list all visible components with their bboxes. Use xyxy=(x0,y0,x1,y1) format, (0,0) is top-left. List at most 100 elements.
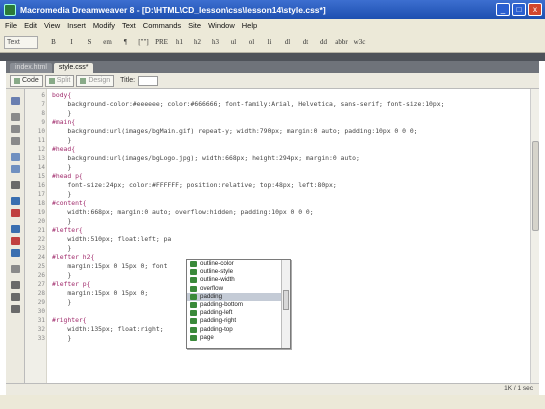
code-line: 18 #content{ xyxy=(25,199,530,208)
code-hint-item[interactable]: outline-style xyxy=(187,268,290,276)
line-number: 24 xyxy=(37,254,45,261)
code-hint-label: outline-color xyxy=(200,260,234,267)
blockquote-button[interactable]: [""] xyxy=(136,36,151,49)
code-text: #main{ xyxy=(52,118,76,126)
maximize-button[interactable]: □ xyxy=(512,3,526,16)
code-hint-item[interactable]: outline-color xyxy=(187,260,290,268)
design-view-icon xyxy=(80,77,87,84)
file-size-status: 1K / 1 sec xyxy=(504,385,533,392)
line-number: 30 xyxy=(37,308,45,315)
code-hint-item[interactable]: padding-bottom xyxy=(187,301,290,309)
menu-view[interactable]: View xyxy=(44,21,60,30)
select-parent-tag-icon[interactable] xyxy=(11,153,20,161)
code-text: } xyxy=(52,217,72,225)
scrollbar-thumb[interactable] xyxy=(532,141,539,231)
italic-button[interactable]: I xyxy=(64,36,79,49)
window-controls: _ □ x xyxy=(496,3,542,16)
title-input[interactable] xyxy=(138,75,159,86)
code-text: margin:15px 0 15px 0; font xyxy=(52,262,168,270)
tab-style-css[interactable]: style.css* xyxy=(53,63,94,73)
highlight-invalid-code-icon[interactable] xyxy=(11,197,20,205)
format-source-code-icon[interactable] xyxy=(11,305,20,313)
minimize-button[interactable]: _ xyxy=(496,3,510,16)
abbr-button[interactable]: abbr xyxy=(334,36,349,49)
balance-braces-icon[interactable] xyxy=(11,165,20,173)
code-hint-item[interactable]: overflow xyxy=(187,285,290,293)
recent-snippets-icon[interactable] xyxy=(11,265,20,273)
code-hint-item[interactable]: padding-top xyxy=(187,326,290,334)
close-button[interactable]: x xyxy=(528,3,542,16)
menu-text[interactable]: Text xyxy=(122,21,136,30)
insert-bar: Text B I S em ¶ [""] PRE h1 h2 h3 ul ol … xyxy=(0,32,545,53)
code-hint-popup[interactable]: outline-color outline-style outline-width o… xyxy=(186,259,291,349)
menu-commands[interactable]: Commands xyxy=(143,21,181,30)
line-number: 16 xyxy=(37,182,45,189)
code-hint-list: outline-color outline-style outline-width o… xyxy=(187,260,290,342)
code-line: 12 #head{ xyxy=(25,145,530,154)
code-hint-item[interactable]: page xyxy=(187,334,290,342)
code-hint-item[interactable]: outline-width xyxy=(187,276,290,284)
vertical-scrollbar[interactable] xyxy=(530,89,539,383)
h2-button[interactable]: h2 xyxy=(190,36,205,49)
acronym-button[interactable]: w3c xyxy=(352,36,367,49)
code-hint-scrollbar[interactable] xyxy=(281,260,290,348)
collapse-full-tag-icon[interactable] xyxy=(11,113,20,121)
collapse-selection-icon[interactable] xyxy=(11,125,20,133)
code-line: 13 background:url(images/bgLogo.jpg); wi… xyxy=(25,154,530,163)
h1-button[interactable]: h1 xyxy=(172,36,187,49)
paragraph-button[interactable]: ¶ xyxy=(118,36,133,49)
code-text: #head{ xyxy=(52,145,76,153)
title-bar: Macromedia Dreamweaver 8 - [D:\HTML\CD_l… xyxy=(0,0,545,19)
menu-modify[interactable]: Modify xyxy=(93,21,115,30)
remove-comment-icon[interactable] xyxy=(11,237,20,245)
menu-edit[interactable]: Edit xyxy=(24,21,37,30)
strong-button[interactable]: S xyxy=(82,36,97,49)
indent-code-icon[interactable] xyxy=(11,281,20,289)
line-number: 17 xyxy=(37,191,45,198)
line-number: 33 xyxy=(37,335,45,342)
code-hint-label: page xyxy=(200,333,214,341)
code-hint-item[interactable]: padding xyxy=(187,292,290,301)
code-hint-label: overflow xyxy=(200,284,224,292)
line-number: 23 xyxy=(37,245,45,252)
em-button[interactable]: em xyxy=(100,36,115,49)
apply-comment-icon[interactable] xyxy=(11,225,20,233)
code-line: 19 width:668px; margin:0 auto; overflow:… xyxy=(25,208,530,217)
wrap-tag-icon[interactable] xyxy=(11,249,20,257)
tab-index-html[interactable]: index.html xyxy=(10,63,52,73)
menu-help[interactable]: Help xyxy=(242,21,257,30)
line-number: 7 xyxy=(41,101,45,108)
code-hint-label: padding-left xyxy=(200,309,233,317)
code-view-button[interactable]: Code xyxy=(10,74,43,87)
ul-button[interactable]: ul xyxy=(226,36,241,49)
dreamweaver-logo-icon xyxy=(4,3,16,16)
code-text: #lefter{ xyxy=(52,226,83,234)
design-view-button[interactable]: Design xyxy=(76,74,115,87)
open-documents-icon[interactable] xyxy=(11,97,20,105)
dt-button[interactable]: dt xyxy=(298,36,313,49)
code-hint-item[interactable]: padding-right xyxy=(187,317,290,325)
h3-button[interactable]: h3 xyxy=(208,36,223,49)
code-hint-scroll-thumb[interactable] xyxy=(283,290,289,310)
insert-category-select[interactable]: Text xyxy=(4,35,38,49)
word-wrap-icon[interactable] xyxy=(11,209,20,217)
code-hint-item[interactable]: padding-left xyxy=(187,309,290,317)
properties-panel-strip xyxy=(0,395,545,409)
dl-button[interactable]: dl xyxy=(280,36,295,49)
menu-file[interactable]: File xyxy=(5,21,17,30)
line-number: 8 xyxy=(41,110,45,117)
code-hint-label: outline-width xyxy=(200,276,235,284)
menu-site[interactable]: Site xyxy=(188,21,201,30)
bold-button[interactable]: B xyxy=(46,36,61,49)
expand-all-icon[interactable] xyxy=(11,137,20,145)
line-numbers-icon[interactable] xyxy=(11,181,20,189)
outdent-code-icon[interactable] xyxy=(11,293,20,301)
li-button[interactable]: li xyxy=(262,36,277,49)
dd-button[interactable]: dd xyxy=(316,36,331,49)
split-view-button[interactable]: Split xyxy=(44,74,75,87)
menu-insert[interactable]: Insert xyxy=(67,21,86,30)
pre-button[interactable]: PRE xyxy=(154,36,169,49)
ol-button[interactable]: ol xyxy=(244,36,259,49)
menu-window[interactable]: Window xyxy=(208,21,235,30)
split-view-icon xyxy=(48,77,55,84)
